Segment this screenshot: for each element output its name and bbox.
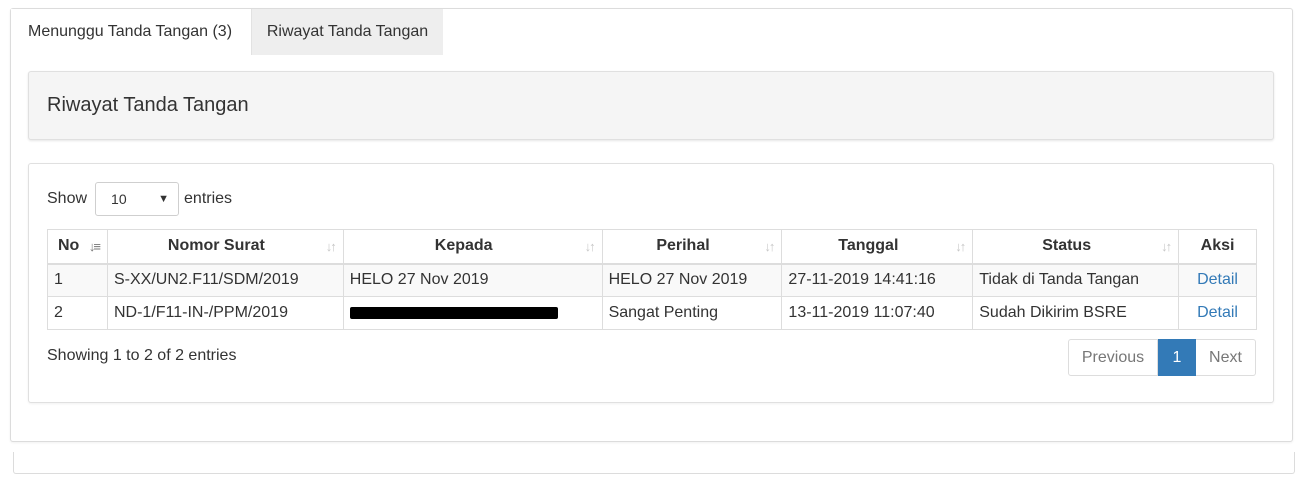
entries-select-value: 10 (111, 191, 127, 207)
cell-tanggal: 27-11-2019 14:41:16 (781, 263, 974, 297)
cell-no: 2 (47, 296, 108, 330)
lower-panel-edge (13, 452, 1295, 474)
sort-asc-icon: ↓≡ (88, 239, 101, 254)
cell-nomor-surat: ND-1/F11-IN-/PPM/2019 (106, 296, 344, 330)
tab-menunggu-tanda-tangan[interactable]: Menunggu Tanda Tangan (3) (11, 9, 251, 55)
caret-down-icon: ▼ (158, 193, 170, 205)
tab-riwayat-tanda-tangan[interactable]: Riwayat Tanda Tangan (251, 9, 443, 55)
column-header-status[interactable]: Status ↓↑ (972, 229, 1180, 265)
entries-select[interactable]: 10 ▼ (95, 182, 180, 216)
redacted-text (349, 306, 558, 319)
column-header-perihal[interactable]: Perihal ↓↑ (601, 229, 783, 265)
tab-container: Menunggu Tanda Tangan (3) Riwayat Tanda … (10, 8, 1293, 442)
entries-label: entries (184, 190, 233, 207)
cell-no: 1 (47, 263, 108, 297)
sort-icon: ↓↑ (1161, 239, 1172, 254)
table-row: 2 ND-1/F11-IN-/PPM/2019 Sangat Penting 1… (47, 296, 1257, 330)
cell-tanggal: 13-11-2019 11:07:40 (781, 296, 974, 330)
pagination: Previous 1 Next (1068, 339, 1256, 376)
cell-perihal: HELO 27 Nov 2019 (601, 263, 783, 297)
column-header-tanggal[interactable]: Tanggal ↓↑ (781, 229, 974, 265)
detail-link[interactable]: Detail (1178, 263, 1257, 297)
sort-icon: ↓↑ (764, 239, 775, 254)
show-label: Show (47, 190, 88, 207)
column-header-no[interactable]: No ↓≡ (47, 229, 108, 265)
entries-length-control: Show 10 ▼ entries (47, 182, 232, 216)
detail-link[interactable]: Detail (1178, 296, 1257, 330)
previous-page-button[interactable]: Previous (1068, 339, 1158, 376)
cell-kepada (342, 296, 603, 330)
cell-kepada: HELO 27 Nov 2019 (342, 263, 603, 297)
panel-heading: Riwayat Tanda Tangan (28, 71, 1274, 140)
cell-status: Sudah Dikirim BSRE (972, 296, 1180, 330)
sort-icon: ↓↑ (325, 239, 337, 254)
next-page-button[interactable]: Next (1196, 339, 1256, 376)
table-header-row: No ↓≡ Nomor Surat ↓↑ Kepada ↓↑ Perihal ↓… (47, 229, 1257, 265)
tab-bar: Menunggu Tanda Tangan (3) Riwayat Tanda … (11, 9, 443, 55)
column-header-kepada[interactable]: Kepada ↓↑ (342, 229, 603, 265)
sort-icon: ↓↑ (584, 239, 596, 254)
page-1-button[interactable]: 1 (1158, 339, 1196, 376)
datatable-panel: Show 10 ▼ entries No ↓≡ Nomor Surat ↓↑ K… (28, 163, 1274, 403)
column-header-aksi: Aksi (1178, 229, 1257, 265)
data-table: No ↓≡ Nomor Surat ↓↑ Kepada ↓↑ Perihal ↓… (47, 229, 1257, 330)
table-row: 1 S-XX/UN2.F11/SDM/2019 HELO 27 Nov 2019… (47, 263, 1257, 297)
cell-perihal: Sangat Penting (601, 296, 783, 330)
table-info: Showing 1 to 2 of 2 entries (47, 347, 237, 364)
panel-title: Riwayat Tanda Tangan (47, 94, 249, 116)
cell-status: Tidak di Tanda Tangan (972, 263, 1180, 297)
cell-nomor-surat: S-XX/UN2.F11/SDM/2019 (106, 263, 344, 297)
column-header-nomor-surat[interactable]: Nomor Surat ↓↑ (106, 229, 344, 265)
sort-icon: ↓↑ (955, 239, 966, 254)
